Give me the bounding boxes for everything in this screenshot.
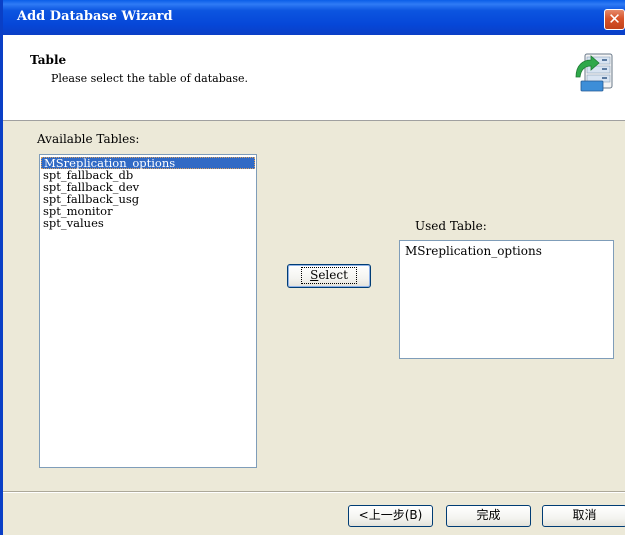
select-button-rest: elect bbox=[318, 268, 348, 282]
list-item[interactable]: MSreplication_options bbox=[403, 244, 610, 258]
select-button[interactable]: Select bbox=[287, 264, 371, 288]
title-bar[interactable]: Add Database Wizard ✕ bbox=[3, 0, 625, 35]
available-tables-label: Available Tables: bbox=[37, 132, 140, 146]
footer-divider bbox=[3, 491, 625, 493]
cancel-button[interactable]: 取消 bbox=[542, 505, 625, 527]
database-wizard-icon bbox=[575, 53, 613, 92]
used-table-label: Used Table: bbox=[415, 219, 487, 233]
back-button[interactable]: <上一步(B) bbox=[348, 505, 433, 527]
list-item[interactable]: spt_values bbox=[41, 217, 255, 229]
used-table-list[interactable]: MSreplication_options bbox=[399, 240, 614, 359]
close-icon: ✕ bbox=[608, 10, 621, 28]
finish-button[interactable]: 完成 bbox=[446, 505, 531, 527]
select-button-label: Select bbox=[301, 267, 357, 284]
page-description: Please select the table of database. bbox=[51, 72, 248, 85]
page-title: Table bbox=[30, 53, 67, 67]
wizard-window: Add Database Wizard ✕ Table Please selec… bbox=[0, 0, 625, 535]
close-button[interactable]: ✕ bbox=[604, 9, 625, 30]
available-tables-list[interactable]: MSreplication_options spt_fallback_db sp… bbox=[39, 154, 257, 468]
wizard-header: Table Please select the table of databas… bbox=[3, 35, 625, 121]
window-title: Add Database Wizard bbox=[17, 9, 173, 24]
